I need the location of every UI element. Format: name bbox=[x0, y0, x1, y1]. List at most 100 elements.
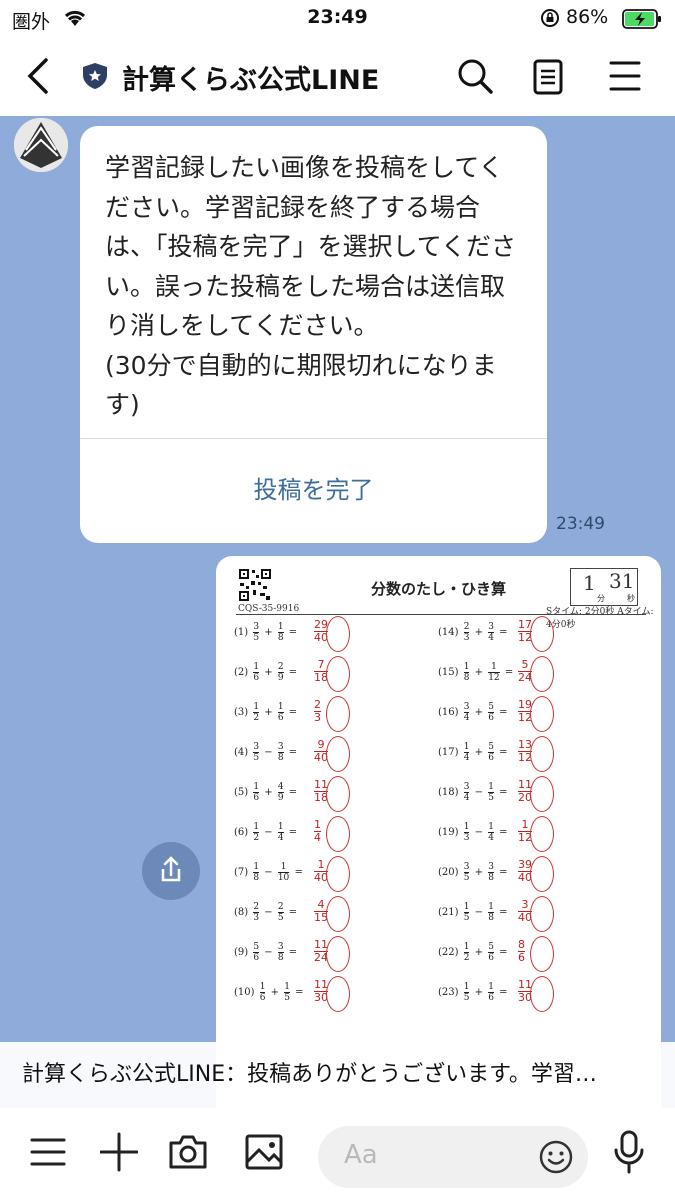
numerator: 2 bbox=[463, 622, 470, 632]
menu-toggle-icon[interactable] bbox=[30, 1132, 66, 1176]
camera-icon[interactable] bbox=[168, 1132, 208, 1176]
fraction: 15 bbox=[488, 782, 494, 803]
problem-row: (19) 13 − 14 = bbox=[438, 822, 508, 843]
numerator: 7 bbox=[317, 658, 325, 671]
time-seconds: 31 bbox=[609, 569, 635, 593]
plus-icon[interactable] bbox=[99, 1132, 139, 1176]
correct-mark-icon bbox=[326, 976, 350, 1012]
operator: − bbox=[261, 827, 276, 838]
numerator: 1 bbox=[463, 982, 470, 992]
equals-sign: = bbox=[285, 747, 298, 758]
correct-mark-icon bbox=[326, 936, 350, 972]
emoji-icon[interactable] bbox=[538, 1139, 574, 1179]
banner-text: 計算くらぶ公式LINE：投稿ありがとうございます。学習… bbox=[22, 1062, 597, 1087]
problem-number: (21) bbox=[438, 907, 462, 918]
fraction: 15 bbox=[463, 902, 470, 923]
chat-title: 計算くらぶ公式LINE bbox=[122, 65, 380, 96]
numerator: 1 bbox=[488, 982, 494, 992]
numerator: 1 bbox=[277, 622, 284, 632]
problem-number: (8) bbox=[234, 907, 252, 918]
share-icon bbox=[161, 856, 181, 882]
fraction: 25 bbox=[277, 902, 284, 923]
numerator: 1 bbox=[277, 702, 284, 712]
message-input[interactable]: Aa bbox=[318, 1126, 588, 1188]
problem-row: (10) 16 + 15 = bbox=[234, 982, 304, 1003]
correct-mark-icon bbox=[326, 816, 350, 852]
numerator: 1 bbox=[253, 862, 260, 872]
numerator: 1 bbox=[253, 822, 260, 832]
denominator: 4 bbox=[463, 752, 470, 763]
correct-mark-icon bbox=[326, 696, 350, 732]
fraction: 16 bbox=[488, 982, 494, 1003]
numerator: 1 bbox=[521, 818, 529, 831]
problem-number: (2) bbox=[234, 667, 252, 678]
correct-mark-icon bbox=[326, 736, 350, 772]
numerator: 1 bbox=[314, 818, 321, 831]
complete-post-button[interactable]: 投稿を完了 bbox=[80, 438, 547, 543]
back-chevron-icon[interactable] bbox=[22, 56, 56, 100]
operator: + bbox=[471, 947, 487, 958]
fraction: 18 bbox=[463, 662, 470, 683]
denominator: 8 bbox=[488, 872, 494, 883]
operator: + bbox=[261, 627, 276, 638]
denominator: 3 bbox=[253, 912, 260, 923]
official-shield-icon bbox=[82, 62, 108, 94]
operator: + bbox=[261, 667, 276, 678]
fraction: 14 bbox=[463, 742, 470, 763]
denominator: 9 bbox=[277, 672, 284, 683]
denominator: 6 bbox=[518, 951, 525, 964]
problem-number: (20) bbox=[438, 867, 462, 878]
numerator: 5 bbox=[253, 942, 260, 952]
fraction: 35 bbox=[253, 622, 260, 643]
operator: + bbox=[471, 627, 487, 638]
fraction: 29 bbox=[277, 662, 284, 683]
seconds-label: 秒 bbox=[627, 594, 635, 603]
denominator: 3 bbox=[314, 711, 321, 724]
problem-row: (5) 16 + 49 = bbox=[234, 782, 297, 803]
problem-row: (16) 34 + 56 = bbox=[438, 702, 508, 723]
fraction: 16 bbox=[259, 982, 266, 1003]
fraction: 15 bbox=[284, 982, 290, 1003]
fraction: 49 bbox=[277, 782, 284, 803]
equals-sign: = bbox=[285, 907, 298, 918]
correct-mark-icon bbox=[530, 736, 554, 772]
denominator: 6 bbox=[488, 952, 494, 963]
fraction: 35 bbox=[253, 742, 260, 763]
denominator: 4 bbox=[488, 832, 494, 843]
worksheet-image[interactable]: 分数のたし・ひき算 1 分 31 秒 CQS-35-9916 Sタイム: 2分0… bbox=[216, 556, 661, 1116]
equals-sign: = bbox=[285, 667, 298, 678]
operator: − bbox=[261, 947, 276, 958]
problem-row: (7) 18 − 1 10 = bbox=[234, 862, 303, 883]
correct-mark-icon bbox=[326, 656, 350, 692]
notification-banner[interactable]: 計算くらぶ公式LINE：投稿ありがとうございます。学習… bbox=[0, 1042, 675, 1108]
notes-icon[interactable] bbox=[532, 58, 566, 100]
denominator: 10 bbox=[277, 872, 290, 883]
numerator: 2 bbox=[314, 698, 321, 711]
equals-sign: = bbox=[501, 667, 514, 678]
search-icon[interactable] bbox=[456, 56, 494, 100]
fraction: 34 bbox=[463, 782, 470, 803]
numerator: 1 bbox=[317, 858, 325, 871]
input-bar: Aa bbox=[0, 1108, 675, 1200]
problem-row: (1) 35 + 18 = bbox=[234, 622, 297, 643]
fraction: 38 bbox=[277, 942, 284, 963]
correct-mark-icon bbox=[530, 936, 554, 972]
correct-mark-icon bbox=[326, 776, 350, 812]
menu-icon[interactable] bbox=[608, 58, 642, 98]
time-minutes: 1 bbox=[583, 571, 596, 595]
numerator: 5 bbox=[488, 942, 494, 952]
numerator: 5 bbox=[521, 658, 529, 671]
battery-icon bbox=[622, 9, 662, 29]
problem-number: (3) bbox=[234, 707, 252, 718]
fraction: 16 bbox=[277, 702, 284, 723]
share-button[interactable] bbox=[142, 842, 200, 900]
operator: + bbox=[471, 667, 487, 678]
operator: + bbox=[471, 747, 487, 758]
avatar[interactable] bbox=[14, 118, 68, 172]
equals-sign: = bbox=[285, 787, 298, 798]
denominator: 5 bbox=[463, 912, 470, 923]
microphone-icon[interactable] bbox=[612, 1130, 646, 1178]
equals-sign: = bbox=[495, 747, 508, 758]
image-icon[interactable] bbox=[244, 1132, 284, 1176]
numerator: 1 bbox=[277, 822, 284, 832]
